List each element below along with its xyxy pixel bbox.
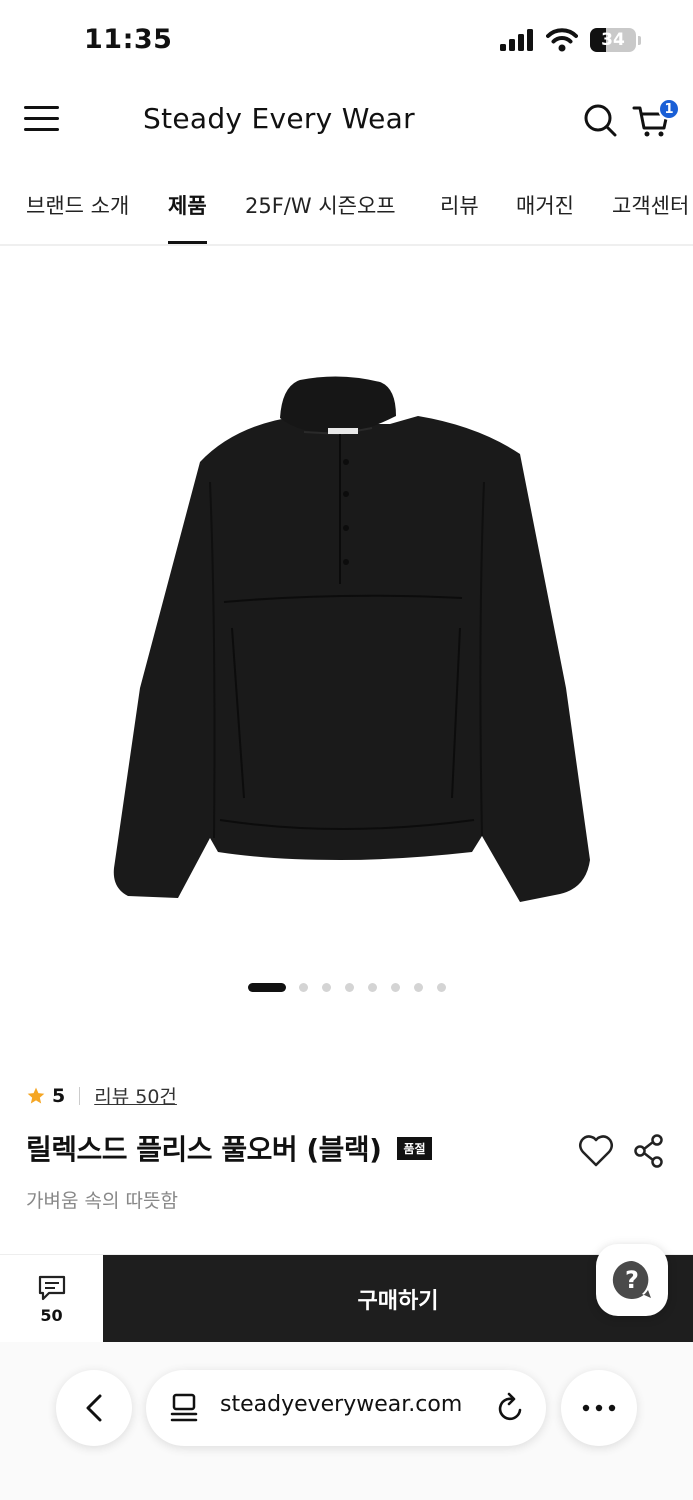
battery-level: 34 (601, 30, 625, 50)
tab-reviews[interactable]: 리뷰 (440, 190, 479, 244)
tab-magazine[interactable]: 매거진 (516, 190, 574, 244)
tab-season-off[interactable]: 25F/W 시즌오프 (245, 190, 396, 244)
purchase-bar: 50 구매하기 (0, 1254, 693, 1343)
url-text: steadyeverywear.com (220, 1392, 463, 1417)
carousel-dot[interactable] (299, 983, 308, 992)
ellipsis-icon (582, 1404, 616, 1412)
carousel-indicators (0, 980, 693, 994)
browser-toolbar: steadyeverywear.com (0, 1342, 693, 1500)
product-title: 릴렉스드 플리스 풀오버 (블랙) (26, 1133, 382, 1166)
carousel-dot[interactable] (368, 983, 377, 992)
search-icon[interactable] (582, 102, 618, 138)
product-subtitle: 가벼움 속의 따뜻함 (26, 1190, 178, 1212)
page-menu-icon[interactable] (170, 1392, 198, 1422)
sold-out-badge: 품절 (397, 1136, 432, 1160)
address-bar[interactable]: steadyeverywear.com (146, 1370, 546, 1446)
cart-button[interactable]: 1 (632, 98, 680, 140)
carousel-dot[interactable] (391, 983, 400, 992)
tab-brand-intro[interactable]: 브랜드 소개 (26, 190, 129, 244)
battery-icon: 34 (590, 28, 641, 52)
reload-icon[interactable] (496, 1390, 526, 1424)
review-count-button[interactable]: 50 (0, 1255, 103, 1343)
tab-products[interactable]: 제품 (168, 190, 207, 244)
wifi-icon (546, 28, 578, 52)
back-button[interactable] (56, 1370, 132, 1446)
carousel-dot[interactable] (322, 983, 331, 992)
product-image-gallery[interactable] (0, 248, 693, 968)
category-nav: 브랜드 소개 제품 25F/W 시즌오프 리뷰 매거진 고객센터 (0, 184, 693, 246)
rating-score: 5 (52, 1084, 66, 1107)
product-image (113, 376, 591, 902)
hamburger-menu-icon[interactable] (24, 104, 60, 134)
status-icons: 34 (500, 28, 641, 52)
help-button[interactable]: ? (596, 1244, 668, 1316)
cart-count-badge: 1 (658, 98, 680, 120)
brand-logo[interactable]: Steady Every Wear (143, 102, 415, 135)
status-bar: 11:35 34 (0, 0, 693, 80)
star-icon (27, 1087, 45, 1103)
carousel-dot[interactable] (437, 983, 446, 992)
comment-icon (38, 1275, 65, 1300)
status-time: 11:35 (84, 24, 173, 55)
reviews-link[interactable]: 리뷰 50건 (94, 1082, 177, 1109)
question-chat-icon: ? (612, 1260, 651, 1299)
product-rating: 5 리뷰 50건 (26, 1082, 177, 1109)
signal-icon (500, 29, 533, 51)
divider (79, 1086, 81, 1105)
carousel-dot[interactable] (414, 983, 423, 992)
review-count: 50 (40, 1305, 63, 1325)
carousel-dot[interactable] (345, 983, 354, 992)
svg-text:?: ? (625, 1266, 639, 1294)
tab-customer-center[interactable]: 고객센터 (612, 190, 689, 244)
share-icon[interactable] (634, 1134, 664, 1168)
site-header: Steady Every Wear 1 (0, 84, 693, 156)
wishlist-heart-icon[interactable] (578, 1134, 614, 1168)
product-title-row: 릴렉스드 플리스 풀오버 (블랙) 품절 (26, 1128, 432, 1168)
chevron-left-icon (86, 1394, 102, 1422)
more-options-button[interactable] (561, 1370, 637, 1446)
carousel-dot[interactable] (248, 983, 286, 992)
